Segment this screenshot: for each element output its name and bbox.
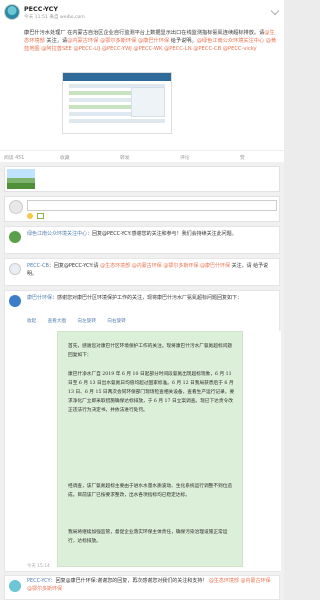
comment-body: ：回复@PECC-YCY:请 (48, 263, 99, 269)
fav-button[interactable]: 收藏 (60, 154, 70, 161)
document-paragraph: 我局将继续加强监管，督促企业落实环保主体责任，确保污染治理设施正常运行，达标排放… (68, 530, 228, 545)
username[interactable]: PECC-YCY (24, 5, 58, 13)
comment-author[interactable]: PECC-YCY (27, 578, 51, 584)
mention-link[interactable]: @内蒙古环保 (241, 578, 271, 584)
emoji-icon[interactable] (27, 213, 33, 219)
mention-link[interactable]: @PECC-vicky (223, 46, 257, 52)
document-paragraph: 首先，感谢您对康巴什区环境保护工作的关注。现将康巴什污水厂氨氮超标问题回复如下： (68, 344, 233, 359)
avatar[interactable] (9, 263, 21, 275)
weibo-page: PECC-YCY 今天 11:51 来自 weibo.com 康巴什污水处理厂 … (0, 0, 284, 600)
thumbnail-header-bar (63, 73, 171, 81)
view-large-button[interactable]: 查看大图 (48, 319, 66, 324)
mention-link[interactable]: @PECC-CB (193, 46, 221, 52)
comment-body: ：感谢您对康巴什区环境保护工作的关注，现将康巴什污水厂氨氮超标问题回复如下： (52, 295, 243, 301)
mention-link[interactable]: @内蒙古环保 (67, 38, 98, 44)
comment-body: ：回复@康巴什环保:谢谢您的回复，再次感谢您对我们的关注和支持！ (50, 578, 208, 584)
comment-author[interactable]: 绿色江南公众环境关注中心 (27, 231, 87, 237)
comment-author[interactable]: PECC-CB (27, 263, 49, 269)
mention-link[interactable]: @鄂尔多斯环保 (27, 586, 62, 592)
thumbnail-chart (131, 87, 165, 117)
post-text: 康巴什污水处理厂 在内蒙古自治区企业自行监测平台上数据显示出口在线监测指标氨氮连… (24, 29, 278, 54)
forward-button[interactable]: 转发 (120, 154, 130, 161)
mention-link[interactable]: @阿拉善SEE (41, 46, 72, 52)
post-stats-bar: 阅读 451 收藏 转发 评论 赞 (0, 150, 284, 162)
post-body: 康巴什污水处理厂 在内蒙古自治区企业自行监测平台上数据显示出口在线监测指标氨氮连… (0, 26, 284, 150)
mention-link[interactable]: @PECC-YWJ (102, 46, 132, 52)
comment-body: ：回复@PECC-YCY:感谢您的关注和参与！我们会持续关注此问题。 (87, 231, 237, 237)
mention-link[interactable]: @内蒙古环保 (132, 263, 162, 269)
comment-text: PECC-YCY：回复@康巴什环保:谢谢您的回复，再次感谢您对我们的关注和支持！… (27, 578, 277, 593)
mention-link[interactable]: @PECC-LN (164, 46, 191, 52)
avatar[interactable] (9, 295, 21, 307)
avatar[interactable] (9, 231, 21, 243)
comment-item: 绿色江南公众环境关注中心：回复@PECC-YCY:感谢您的关注和参与！我们会持续… (4, 226, 280, 254)
comment-item: PECC-YCY：回复@康巴什环保:谢谢您的回复，再次感谢您对我们的关注和支持！… (4, 575, 280, 600)
chevron-down-icon[interactable] (270, 6, 280, 16)
avatar (9, 200, 23, 214)
post-meta: 今天 11:51 来自 weibo.com (24, 15, 85, 20)
comment-button[interactable]: 评论 (180, 154, 190, 161)
like-button[interactable]: 赞 (240, 154, 245, 161)
mention-link[interactable]: @康巴什环保 (138, 38, 169, 44)
mention-link[interactable]: @鄂尔多斯环保 (163, 263, 198, 269)
rotate-left-button[interactable]: 向左旋转 (78, 319, 96, 324)
thumbnail-row (69, 91, 134, 95)
collapse-button[interactable]: 收起 (27, 319, 36, 324)
mention-link[interactable]: @鄂尔多斯环保 (100, 38, 136, 44)
comment-text: 绿色江南公众环境关注中心：回复@PECC-YCY:感谢您的关注和参与！我们会持续… (27, 231, 277, 239)
mention-link[interactable]: @PECC-LIJ (74, 46, 101, 52)
landscape-image (7, 169, 35, 189)
mention-link[interactable]: @生态环境部 (209, 578, 239, 584)
post-header: PECC-YCY 今天 11:51 来自 weibo.com (0, 0, 284, 26)
landscape-banner (4, 166, 280, 192)
rotate-right-button[interactable]: 向右旋转 (107, 319, 125, 324)
post-image-thumbnail[interactable] (62, 72, 172, 134)
comment-item: PECC-CB：回复@PECC-YCY:请 @生态环境部 @内蒙古环保 @鄂尔多… (4, 258, 280, 286)
post-text-seg: 关注，请 (44, 38, 68, 45)
avatar[interactable] (9, 580, 21, 592)
post-text-seg: 给予说明。 (169, 38, 197, 45)
document-paragraph: 康巴什净水厂自 2019 年 6 月 10 日起部分时间段氨氮出现超标现象，6 … (68, 372, 235, 414)
document-paragraph: 经调查，该厂氨氮超标主要由于进水水量水质波动、生化系统运行调整不到位造成。目前该… (68, 484, 233, 499)
comment-text: 康巴什环保：感谢您对康巴什区环境保护工作的关注，现将康巴什污水厂氨氮超标问题回复… (27, 295, 277, 303)
document-image-wrapper: 首先，感谢您对康巴什区环境保护工作的关注。现将康巴什污水厂氨氮超标问题回复如下：… (27, 331, 281, 571)
image-toolbar: 收起 查看大图 向左旋转 向右旋转 (27, 318, 136, 324)
reply-input[interactable] (27, 200, 277, 211)
comment-time: 今天 15:14 (27, 564, 50, 569)
mention-link[interactable]: @PECC-WK (133, 46, 162, 52)
comment-item: 康巴什环保：感谢您对康巴什区环境保护工作的关注，现将康巴什污水厂氨氮超标问题回复… (4, 290, 281, 572)
thumbnail-row (69, 119, 165, 123)
mention-link[interactable]: @生态环境部 (100, 263, 130, 269)
mention-link[interactable]: @绿色江南公众环境关注中心 (197, 38, 264, 44)
mention-link[interactable]: @康巴什环保 (200, 263, 230, 269)
post-text-intro: 康巴什污水处理厂 在内蒙古自治区企业自行监测平台上数据显示出口在线监测指标氨氮连… (24, 30, 265, 36)
document-image[interactable]: 首先，感谢您对康巴什区环境保护工作的关注。现将康巴什污水厂氨氮超标问题回复如下：… (57, 331, 243, 567)
comment-author[interactable]: 康巴什环保 (27, 295, 52, 301)
comment-text: PECC-CB：回复@PECC-YCY:请 @生态环境部 @内蒙古环保 @鄂尔多… (27, 263, 277, 278)
views-count: 阅读 451 (4, 156, 25, 161)
reply-composer (4, 196, 280, 222)
thumbnail-row (69, 105, 134, 109)
image-icon[interactable] (37, 213, 44, 219)
user-avatar[interactable] (4, 4, 20, 20)
